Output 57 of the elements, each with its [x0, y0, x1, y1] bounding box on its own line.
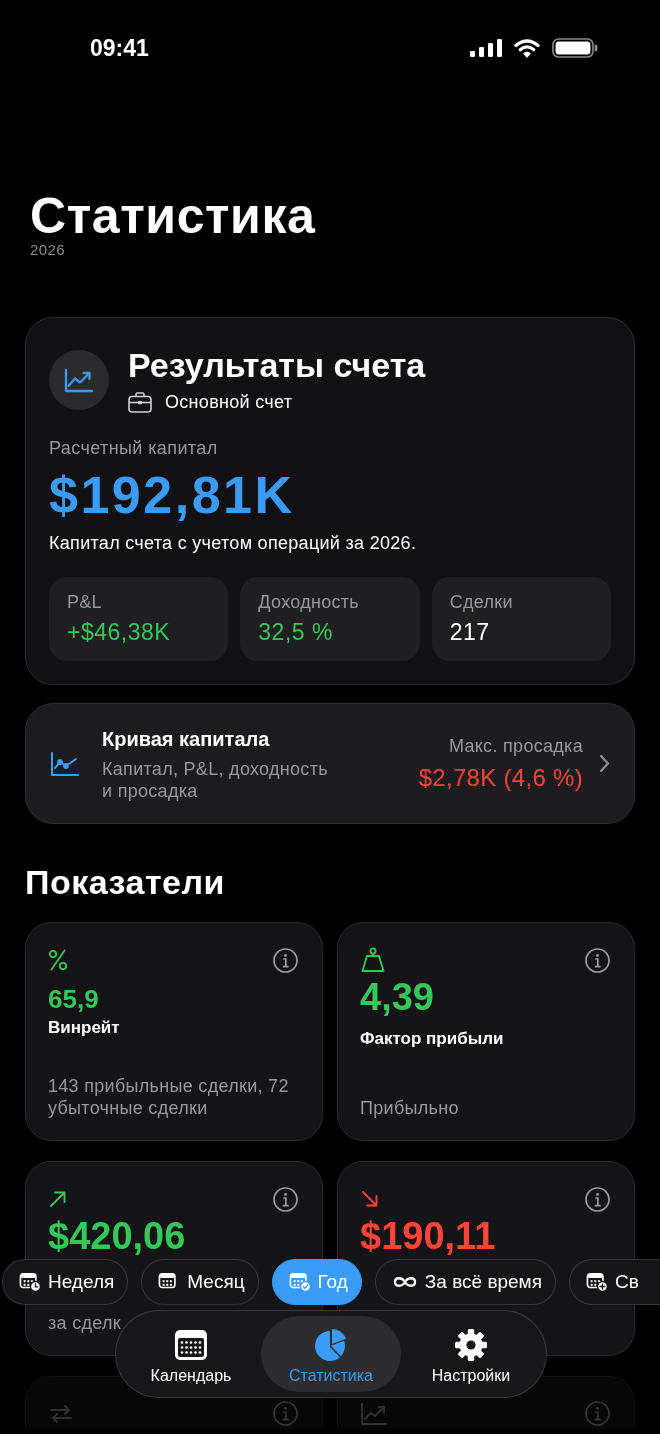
- wifi-icon: [514, 38, 540, 58]
- capital-value: $192,81K: [49, 467, 296, 523]
- metric-note: 143 прибыльные сделки, 72 убыточные сделки: [48, 1075, 290, 1119]
- line-chart-icon: [360, 1401, 388, 1426]
- infinity-icon: [391, 1275, 418, 1289]
- swap-arrows-icon: [48, 1402, 74, 1425]
- period-chip[interactable]: Неделя: [2, 1259, 129, 1305]
- period-chip[interactable]: Св: [568, 1259, 660, 1305]
- stat-label: P&L: [67, 591, 102, 613]
- period-chip[interactable]: За всё время: [374, 1259, 556, 1305]
- drawdown-value: $2,78K (4,6 %): [418, 762, 583, 793]
- card-title: Результаты счета: [128, 346, 426, 384]
- calendar-plus-icon: [585, 1272, 608, 1292]
- metric-note: Прибыльно: [360, 1097, 459, 1119]
- stat-value: 32,5 %: [258, 619, 333, 645]
- arrow-up-right-icon: [48, 1189, 68, 1209]
- curve-title: Кривая капитала: [102, 726, 271, 752]
- trend-chart-icon: [49, 350, 109, 410]
- metric-label: Винрейт: [48, 1017, 120, 1039]
- weight-icon: [360, 947, 386, 973]
- account-name: Основной счет: [165, 391, 293, 414]
- chevron-right-icon: [599, 754, 610, 773]
- settings-icon: [454, 1328, 488, 1362]
- info-icon[interactable]: [273, 1186, 298, 1212]
- signal-icon: [470, 39, 502, 57]
- calendar-icon: [174, 1328, 208, 1362]
- tab-item[interactable]: Настройки: [401, 1316, 541, 1392]
- tab-item[interactable]: Статистика: [261, 1316, 401, 1392]
- metric-note: за сделк: [48, 1312, 121, 1334]
- briefcase-icon: [128, 391, 152, 413]
- info-icon[interactable]: [585, 1186, 610, 1212]
- stat-value: +$46,38K: [67, 619, 171, 645]
- calendar-clock-icon: [19, 1272, 41, 1292]
- capital-caption: Капитал счета с учетом операций за 2026.: [49, 532, 418, 554]
- info-icon[interactable]: [273, 947, 298, 973]
- period-chip[interactable]: Месяц: [141, 1259, 259, 1305]
- pie-chart-icon: [314, 1328, 348, 1362]
- curve-subtitle: Капитал, P&L, доходность и просадка: [102, 757, 329, 802]
- drawdown-label: Макс. просадка: [448, 734, 583, 757]
- stat-value: 217: [449, 619, 490, 645]
- stat-label: Сделки: [449, 591, 513, 613]
- line-chart-icon: [50, 750, 80, 777]
- percent-icon: [48, 949, 68, 971]
- metric-value: 65,9: [48, 984, 99, 1014]
- capital-label: Расчетный капитал: [49, 437, 219, 459]
- year-label: 2026: [30, 241, 66, 259]
- info-icon[interactable]: [585, 947, 610, 973]
- page-title: Статистика: [30, 190, 317, 242]
- tab-item[interactable]: Календарь: [121, 1316, 261, 1392]
- status-time: 09:41: [90, 34, 149, 62]
- metric-label: Фактор прибыли: [360, 1028, 504, 1050]
- stat-label: Доходность: [258, 591, 360, 613]
- section-title: Показатели: [25, 862, 226, 902]
- calendar-check-icon: [288, 1272, 311, 1292]
- battery-icon: [552, 38, 598, 58]
- equity-curve-card[interactable]: Кривая капитала Капитал, P&L, доходность и просадка Макс. просадка $2,78K (4,6 %): [25, 703, 635, 824]
- arrow-down-right-icon: [360, 1189, 380, 1209]
